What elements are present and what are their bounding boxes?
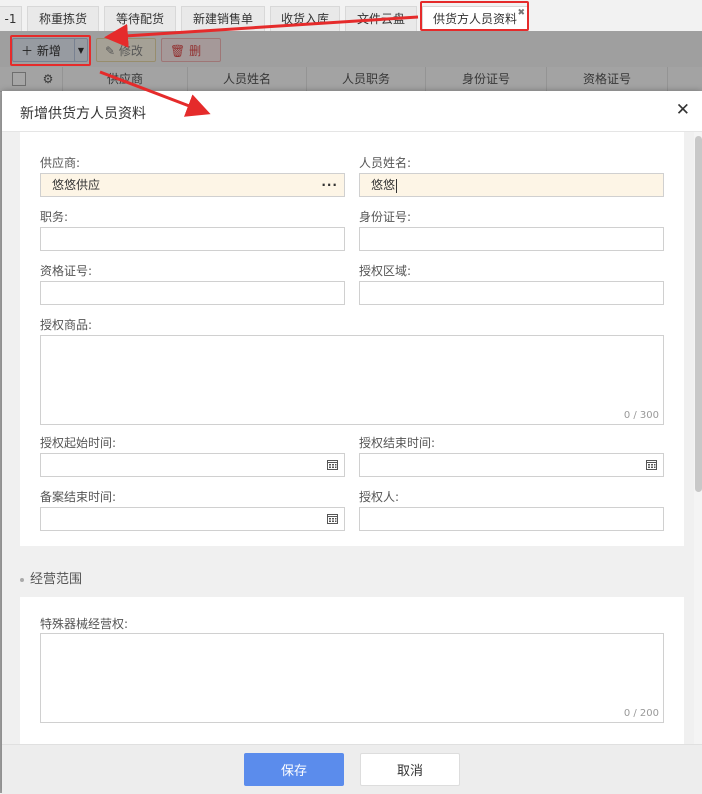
arrow-to-new-button [104, 15, 419, 48]
annotation-arrows [99, 15, 419, 117]
arrow-to-dialog [99, 70, 211, 117]
